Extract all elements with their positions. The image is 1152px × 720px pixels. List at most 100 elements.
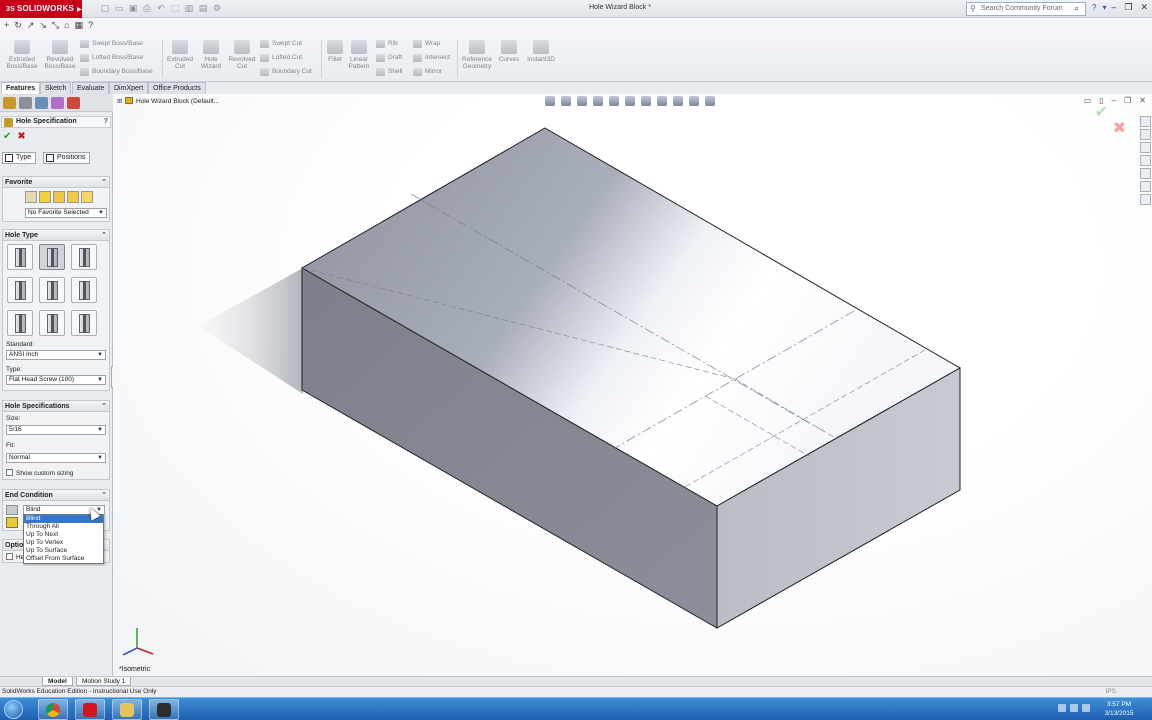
collapse-icon[interactable]: ⌃ [101,401,107,412]
tab-positions[interactable]: Positions [43,152,91,164]
countersink-slot-button[interactable] [39,310,65,336]
display-manager-icon[interactable] [67,97,80,109]
tray-icon[interactable] [1058,704,1066,712]
ok-button[interactable]: ✔ [3,131,11,142]
revolved-cut-button[interactable]: Revolved Cut [226,40,258,70]
boundary-cut-button[interactable]: Boundary Cut [260,67,312,77]
straight-tap-button[interactable] [7,277,33,303]
option-up-to-next[interactable]: Up To Next [24,531,103,539]
save-favorite-icon[interactable] [81,191,93,203]
smart-dimension-icon[interactable]: ↘ [39,20,47,31]
collapse-icon[interactable]: ⌃ [101,490,107,501]
save-icon[interactable]: ▣ [128,3,138,14]
update-favorite-icon[interactable] [53,191,65,203]
new-document-icon[interactable]: ▢ [100,3,110,14]
lofted-cut-button[interactable]: Lofted Cut [260,53,302,63]
hole-type-header[interactable]: Hole Type ⌃ [3,230,109,241]
standard-select[interactable]: ANSI Inch ▼ [6,350,106,360]
type-select[interactable]: Flat Head Screw (100) ▼ [6,375,106,385]
end-condition-header[interactable]: End Condition ⌃ [3,490,109,501]
countersink-hole-button[interactable] [39,244,65,270]
favorite-header[interactable]: Favorite ⌃ [3,177,109,188]
minimize-icon[interactable]: – [1111,2,1116,13]
extruded-cut-button[interactable]: Extruded Cut [164,40,196,70]
select-icon[interactable]: ⬚ [170,3,180,14]
undo-icon[interactable]: ↶ [156,3,166,14]
print-icon[interactable]: ⎙ [142,3,152,14]
reverse-direction-icon[interactable] [6,505,18,515]
add-icon[interactable]: + [4,20,9,31]
hole-button[interactable] [71,244,97,270]
rib-button[interactable]: Rib [376,39,398,49]
tab-model[interactable]: Model [42,677,73,686]
model-block[interactable] [113,94,1152,676]
swept-boss-button[interactable]: Swept Boss/Base [80,39,143,49]
help-dropdown-icon[interactable]: ▾ [1102,3,1106,12]
tab-features[interactable]: Features [1,82,41,94]
legacy-hole-button[interactable] [71,277,97,303]
apply-defaults-icon[interactable] [25,191,37,203]
graphics-area[interactable]: ⊞ Hole Wizard Block (Default... ▭ ▯ – ❐ ✕… [113,94,1152,676]
tab-office-products[interactable]: Office Products [148,82,206,94]
taskbar-solidworks[interactable] [75,699,105,720]
extruded-boss-button[interactable]: Extruded Boss/Base [4,40,40,70]
option-up-to-vertex[interactable]: Up To Vertex [24,539,103,547]
favorite-select[interactable]: No Favorite Selected ▼ [25,208,107,218]
solidworks-menu-button[interactable]: 3S SOLIDWORKS ▶ [0,0,82,18]
instant3d-button[interactable]: Instant3D [524,40,558,63]
mirror-button[interactable]: Mirror [413,67,442,77]
clock[interactable]: 3:57 PM 3/13/2015 [1094,700,1144,718]
collapse-icon[interactable]: ⌃ [101,230,107,241]
options-checkbox[interactable]: He [6,553,24,561]
feature-manager-icon[interactable] [3,97,16,109]
linear-pattern-button[interactable]: Linear Pattern [346,40,372,70]
close-icon[interactable]: ✕ [1140,2,1148,13]
shell-button[interactable]: Shell [376,67,402,77]
tab-motion-study[interactable]: Motion Study 1 [76,677,132,686]
tab-type[interactable]: Type [2,152,37,164]
search-community-input[interactable]: ⚲ Search Community Forum ⌕ [966,2,1086,16]
volume-icon[interactable] [1082,704,1090,712]
configuration-manager-icon[interactable] [35,97,48,109]
pointer-icon[interactable]: ⤡ [52,20,59,31]
start-button[interactable] [4,700,23,719]
cancel-button[interactable]: ✖ [17,131,25,142]
tab-dimxpert[interactable]: DimXpert [109,82,149,94]
help-icon[interactable]: ? [1092,3,1096,12]
taskbar-chrome[interactable] [38,699,68,720]
curves-button[interactable]: Curves [496,40,522,63]
help-icon[interactable]: ? [104,117,108,127]
swept-cut-button[interactable]: Swept Cut [260,39,302,49]
hole-wizard-button[interactable]: Hole Wizard [196,40,226,70]
draft-button[interactable]: Draft [376,53,402,63]
line-icon[interactable]: ↗ [27,20,35,31]
color-icon[interactable]: ▦ [75,20,84,31]
reference-geometry-button[interactable]: Reference Geometry [459,40,495,70]
lofted-boss-button[interactable]: Lofted Boss/Base [80,53,143,63]
tab-evaluate[interactable]: Evaluate [72,82,110,94]
size-select[interactable]: 5/16 ▼ [6,425,106,435]
search-icon[interactable]: ⌕ [1075,3,1079,15]
tapered-tap-button[interactable] [39,277,65,303]
option-through-all[interactable]: Through All [24,523,103,531]
delete-favorite-icon[interactable] [67,191,79,203]
wrap-button[interactable]: Wrap [413,39,440,49]
add-favorite-icon[interactable] [39,191,51,203]
network-icon[interactable] [1070,704,1078,712]
dimxpert-manager-icon[interactable] [51,97,64,109]
option-up-to-surface[interactable]: Up To Surface [24,547,103,555]
fit-select[interactable]: Normal ▼ [6,453,106,463]
units-indicator[interactable]: IPS [1106,687,1116,697]
file-properties-icon[interactable]: ▤ [198,3,208,14]
taskbar-app[interactable] [149,699,179,720]
property-manager-icon[interactable] [19,97,32,109]
home-icon[interactable]: ⌂ [64,20,69,31]
fillet-button[interactable]: Fillet [324,40,346,63]
counterbore-hole-button[interactable] [7,244,33,270]
option-offset-from-surface[interactable]: Offset From Surface [24,555,103,563]
tab-sketch[interactable]: Sketch [40,82,72,94]
counterbore-slot-button[interactable] [7,310,33,336]
intersect-button[interactable]: Intersect [413,53,450,63]
help-icon-2[interactable]: ? [88,20,93,31]
hole-specifications-header[interactable]: Hole Specifications ⌃ [3,401,109,412]
